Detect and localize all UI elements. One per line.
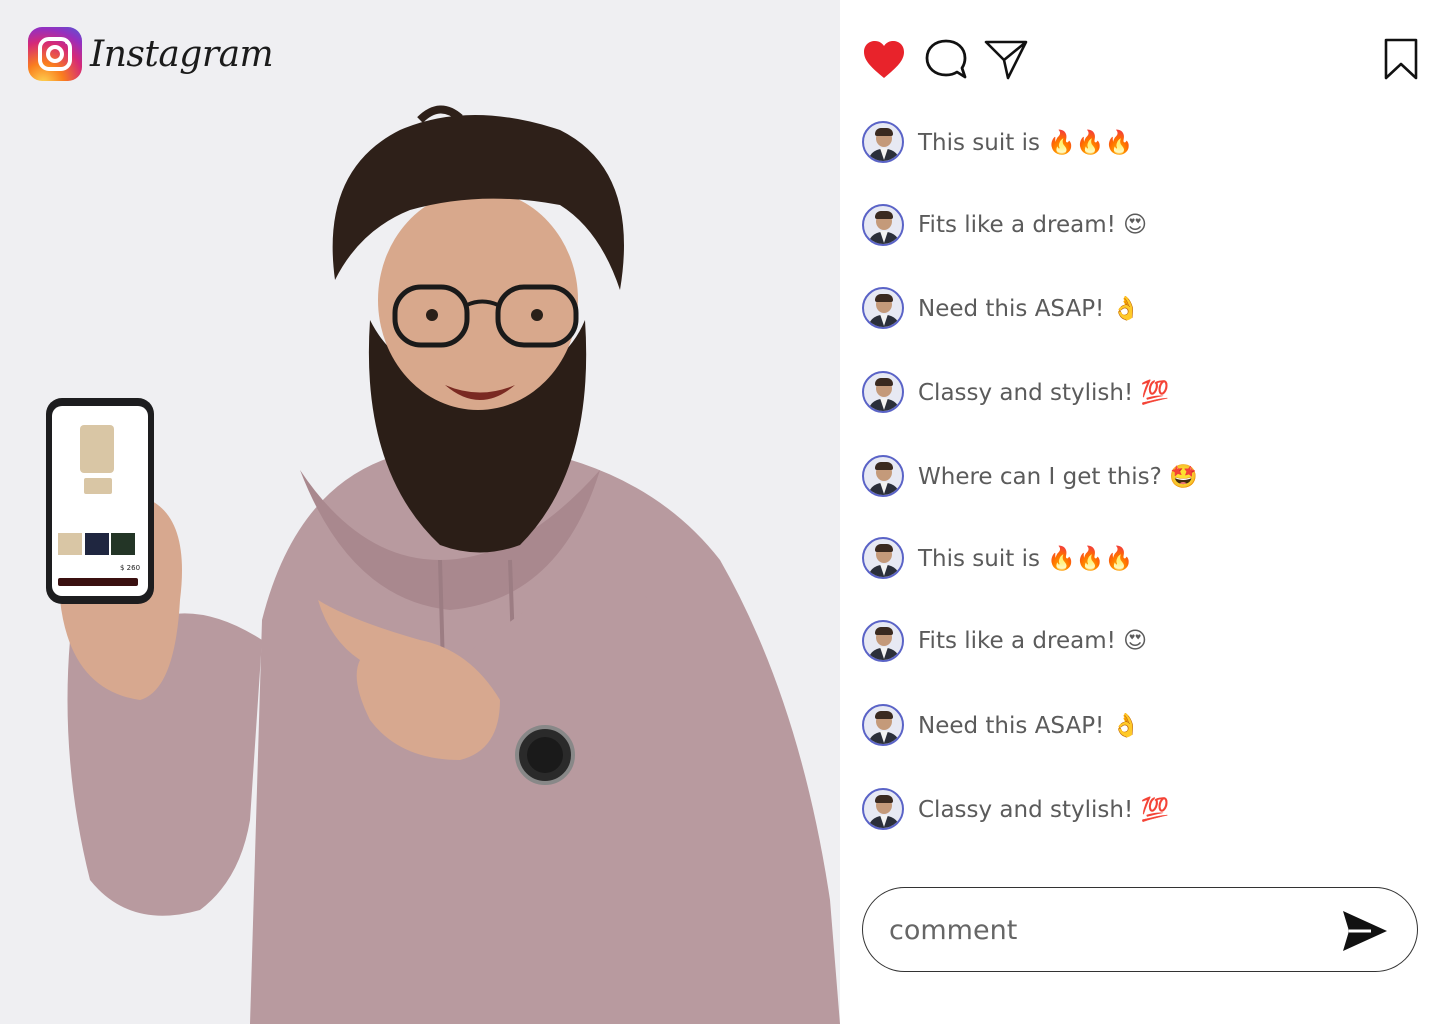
comment-item: Need this ASAP! 👌: [862, 286, 1140, 330]
comment-item: Where can I get this? 🤩: [862, 454, 1198, 498]
comment-text: Fits like a dream! 😍: [918, 628, 1148, 654]
heart-filled-icon[interactable]: [862, 38, 906, 82]
comment-text: Need this ASAP! 👌: [918, 712, 1141, 739]
comment-input[interactable]: [889, 908, 1319, 952]
man-with-phone-photo: $ 260: [46, 105, 840, 1024]
comment-text: Need this ASAP! 👌: [918, 295, 1141, 322]
comment-composer: [862, 887, 1418, 972]
commenter-avatar[interactable]: [862, 620, 904, 662]
commenter-avatar[interactable]: [862, 287, 904, 329]
post-actions-bar: [862, 38, 1422, 82]
commenter-avatar[interactable]: [862, 788, 904, 830]
comment-item: Need this ASAP! 👌: [862, 703, 1140, 747]
comment-item: This suit is 🔥🔥🔥: [862, 536, 1133, 580]
commenter-avatar[interactable]: [862, 704, 904, 746]
commenter-avatar[interactable]: [862, 371, 904, 413]
commenter-avatar[interactable]: [862, 455, 904, 497]
comment-text: This suit is 🔥🔥🔥: [918, 545, 1134, 572]
comment-text: Fits like a dream! 😍: [918, 212, 1148, 238]
comment-text: This suit is 🔥🔥🔥: [918, 129, 1134, 156]
comment-item: Fits like a dream! 😍: [862, 619, 1147, 663]
comment-text: Classy and stylish! 💯: [918, 796, 1170, 823]
send-arrow-icon[interactable]: [1341, 908, 1389, 954]
phone-device: $ 260: [46, 398, 154, 604]
bookmark-icon[interactable]: [1382, 38, 1420, 82]
commenter-avatar[interactable]: [862, 121, 904, 163]
commenter-avatar[interactable]: [862, 537, 904, 579]
comment-item: This suit is 🔥🔥🔥: [862, 120, 1133, 164]
comment-text: Where can I get this? 🤩: [918, 463, 1198, 490]
instagram-brand[interactable]: Instagram: [28, 27, 274, 81]
comment-text: Classy and stylish! 💯: [918, 379, 1170, 406]
commenter-avatar[interactable]: [862, 204, 904, 246]
phone-price: $ 260: [120, 564, 140, 572]
comment-item: Classy and stylish! 💯: [862, 370, 1169, 414]
comment-item: Fits like a dream! 😍: [862, 203, 1147, 247]
comment-bubble-icon[interactable]: [924, 38, 968, 82]
send-paper-plane-icon[interactable]: [984, 38, 1028, 82]
brand-name: Instagram: [90, 33, 274, 75]
instagram-logo-icon: [28, 27, 82, 81]
post-image: $ 260 Instagram: [0, 0, 840, 1024]
comment-item: Classy and stylish! 💯: [862, 787, 1169, 831]
